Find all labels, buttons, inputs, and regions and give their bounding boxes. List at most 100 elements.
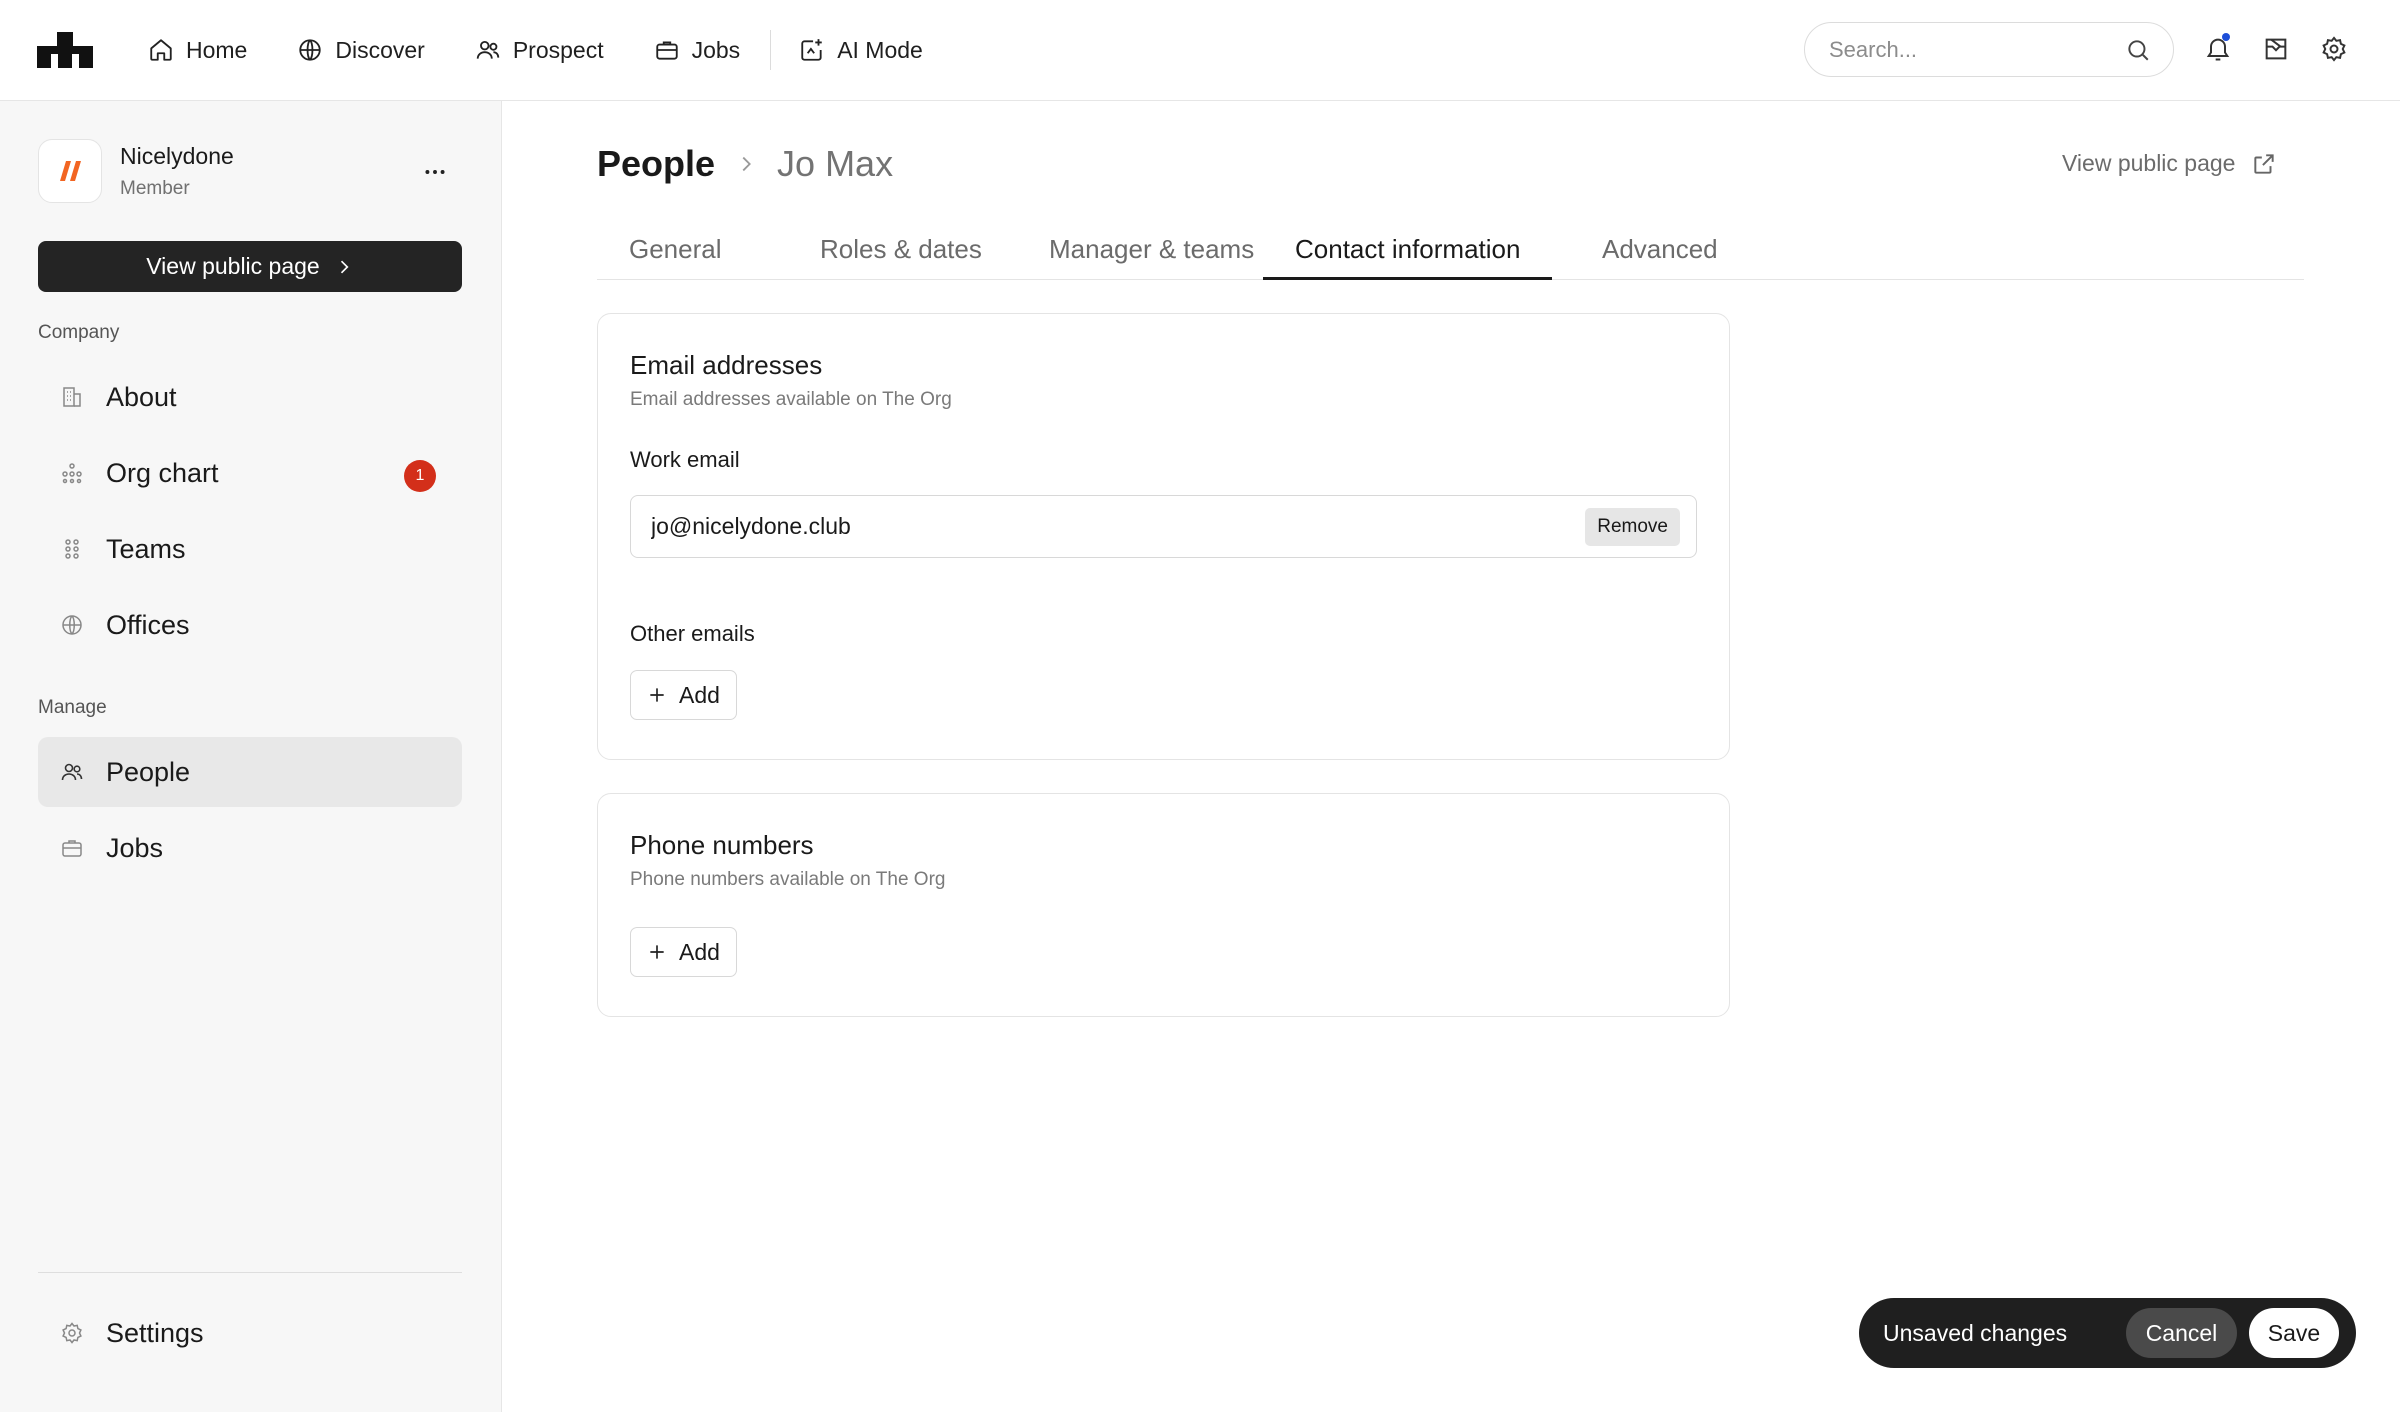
nav-ai-mode-label: AI Mode [837, 36, 923, 63]
phone-numbers-card: Phone numbers Phone numbers available on… [597, 793, 1730, 1017]
view-public-page-button[interactable]: View public page [38, 241, 462, 292]
breadcrumb-current: Jo Max [777, 143, 894, 184]
tab-roles-dates[interactable]: Roles & dates [788, 220, 1014, 280]
nav-discover[interactable]: Discover [297, 36, 425, 64]
nicelydone-logo-icon [60, 161, 81, 181]
gear-icon [2322, 36, 2346, 62]
phone-card-subtitle: Phone numbers available on The Org [630, 869, 946, 890]
inbox-button[interactable] [2262, 32, 2290, 66]
users-icon [61, 763, 83, 781]
add-email-label: Add [679, 681, 720, 708]
sidebar-item-org-chart[interactable]: Org chart 1 [38, 438, 462, 508]
email-card-subtitle: Email addresses available on The Org [630, 389, 952, 410]
globe-icon [299, 39, 322, 61]
sidebar-item-jobs[interactable]: Jobs [38, 813, 462, 883]
settings-button[interactable] [2320, 32, 2348, 66]
nav-discover-label: Discover [335, 36, 425, 63]
add-phone-label: Add [679, 938, 720, 965]
users-icon [476, 40, 500, 59]
breadcrumb: People Jo Max [597, 143, 893, 185]
add-phone-button[interactable]: Add [630, 927, 737, 977]
main-nav: Home Discover Prospect Jobs AI Mode [148, 0, 973, 100]
tab-contact-information[interactable]: Contact information [1263, 220, 1553, 280]
briefcase-icon [655, 41, 678, 60]
sidebar-item-settings[interactable]: Settings [38, 1298, 462, 1368]
gear-icon [62, 1322, 82, 1344]
nav-prospect-label: Prospect [512, 36, 604, 63]
work-email-field: Remove [630, 495, 1697, 558]
cancel-button[interactable]: Cancel [2126, 1308, 2237, 1358]
breadcrumb-people[interactable]: People [597, 143, 715, 185]
top-actions [2204, 32, 2348, 66]
search-box[interactable] [1804, 22, 2174, 77]
add-email-button[interactable]: Add [630, 670, 737, 720]
tab-bar: General Roles & dates Manager & teams Co… [597, 220, 2304, 280]
sidebar: Nicelydone Member View public page Compa… [0, 101, 502, 1412]
other-emails-label: Other emails [630, 621, 755, 646]
sidebar-item-label: Jobs [106, 832, 164, 863]
sidebar-item-label: Offices [106, 609, 190, 640]
tab-general[interactable]: General [597, 220, 754, 280]
more-options-button[interactable] [418, 155, 452, 189]
top-navigation-bar: Home Discover Prospect Jobs AI Mode [0, 0, 2400, 101]
sidebar-item-label: People [106, 756, 191, 787]
email-card-title: Email addresses [630, 350, 823, 380]
inbox-icon [2265, 38, 2287, 60]
plus-icon [650, 945, 664, 959]
chevron-right-icon [735, 153, 757, 175]
unsaved-changes-label: Unsaved changes [1883, 1319, 2068, 1346]
company-section-label: Company [38, 322, 120, 343]
org-logo [38, 139, 102, 203]
external-link-icon [2254, 153, 2275, 174]
notifications-button[interactable] [2204, 32, 2232, 66]
nav-home-label: Home [186, 36, 248, 63]
nav-prospect[interactable]: Prospect [475, 37, 604, 64]
sidebar-item-label: Org chart [106, 457, 219, 488]
home-icon [150, 39, 172, 61]
org-role: Member [120, 177, 190, 199]
more-horizontal-icon [425, 170, 445, 174]
unsaved-changes-bar: Unsaved changes Cancel Save [1859, 1298, 2356, 1368]
email-addresses-card: Email addresses Email addresses availabl… [597, 313, 1730, 760]
manage-section-label: Manage [38, 697, 107, 718]
theorg-logo-icon[interactable] [37, 32, 93, 68]
remove-email-button[interactable]: Remove [1585, 508, 1680, 546]
tab-manager-teams[interactable]: Manager & teams [1017, 220, 1286, 280]
nav-home[interactable]: Home [148, 37, 247, 64]
sidebar-item-teams[interactable]: Teams [38, 514, 462, 584]
notification-dot [2222, 33, 2230, 41]
sidebar-item-people[interactable]: People [38, 737, 462, 807]
save-button[interactable]: Save [2249, 1308, 2339, 1358]
sidebar-item-about[interactable]: About [38, 362, 462, 432]
view-public-page-link[interactable]: View public page [2062, 150, 2277, 177]
work-email-label: Work email [630, 447, 740, 472]
tab-advanced[interactable]: Advanced [1570, 220, 1750, 280]
search-input[interactable] [1829, 36, 2125, 63]
view-public-page-link-label: View public page [2062, 150, 2236, 176]
sidebar-item-label: Settings [106, 1317, 204, 1348]
sidebar-item-label: Teams [106, 533, 186, 564]
search-icon[interactable] [2125, 37, 2151, 63]
sidebar-item-offices[interactable]: Offices [38, 590, 462, 660]
org-card: Nicelydone Member [38, 139, 462, 203]
chevron-right-icon [340, 260, 349, 273]
phone-card-title: Phone numbers [630, 830, 814, 860]
nav-ai-mode[interactable]: AI Mode [799, 37, 923, 64]
teams-icon [65, 539, 79, 559]
sidebar-divider [38, 1272, 462, 1273]
building-icon [63, 387, 81, 407]
view-public-page-label: View public page [146, 253, 320, 279]
sparkle-icon [801, 39, 822, 61]
plus-icon [650, 688, 664, 702]
org-chart-icon [62, 463, 82, 484]
globe-icon [62, 615, 82, 635]
org-chart-badge: 1 [404, 460, 436, 492]
nav-jobs-label: Jobs [691, 36, 741, 63]
nav-divider [770, 30, 772, 70]
org-name: Nicelydone [120, 142, 234, 169]
work-email-input[interactable] [651, 513, 1696, 540]
sidebar-item-label: About [106, 381, 177, 412]
briefcase-icon [62, 840, 82, 857]
nav-jobs[interactable]: Jobs [654, 36, 741, 64]
org-info: Nicelydone Member [120, 143, 234, 200]
